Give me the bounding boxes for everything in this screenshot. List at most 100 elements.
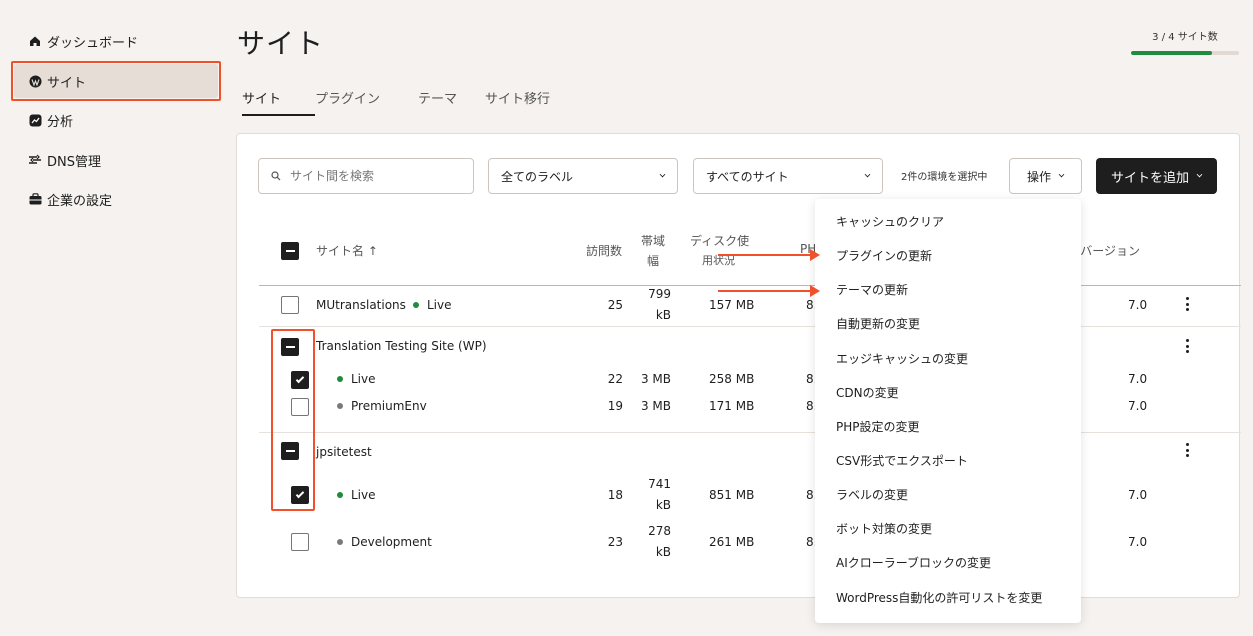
column-header-wp-version[interactable]: Pバージョン [1073,242,1140,259]
site-name[interactable]: MUtranslations [316,298,406,312]
sidebar-item-dashboard[interactable]: ダッシュボード [14,24,218,58]
bandwidth-unit: kB [655,545,671,559]
bulk-actions-button[interactable]: 操作 [1009,158,1082,194]
env-label: Live [413,298,452,312]
tab-plugins[interactable]: プラグイン [315,88,418,116]
briefcase-icon [28,192,42,206]
dns-icon [28,153,42,167]
wp-version-value: 7.0 [1128,298,1148,312]
column-header-visits[interactable]: 訪問数 [586,242,622,259]
search-box[interactable] [258,158,474,194]
tab-themes[interactable]: テーマ [418,88,485,116]
env-label[interactable]: PremiumEnv [337,399,427,413]
sites-card: 全てのラベル すべてのサイト 2件の環境を選択中 操作 サイトを追加 サイト名 … [236,133,1241,598]
menu-item-cdn[interactable]: CDNの変更 [836,384,899,401]
sidebar-item-label: ダッシュボード [47,35,139,51]
bandwidth-value: 799 [648,287,671,301]
row-actions-kebab-icon[interactable] [1186,297,1190,311]
menu-item-bot-protection[interactable]: ボット対策の変更 [836,520,932,537]
env-status-dot [337,403,343,409]
menu-item-update-plugins[interactable]: プラグインの更新 [836,247,932,264]
bandwidth-unit: kB [655,308,671,322]
site-name[interactable]: Translation Testing Site (WP) [316,339,487,353]
wp-version-value: 7.0 [1128,488,1148,502]
visits-value: 19 [607,399,623,413]
row-divider [259,326,1241,327]
add-site-button[interactable]: サイトを追加 [1096,158,1217,194]
sidebar-item-label: 企業の設定 [47,193,113,209]
chevron-down-icon [1196,171,1203,178]
menu-item-labels[interactable]: ラベルの変更 [836,486,908,503]
search-input[interactable] [290,169,470,183]
annotation-arrow-themes [718,285,820,297]
wp-version-value: 7.0 [1128,535,1148,549]
site-filter-select[interactable]: すべてのサイト [693,158,883,194]
wp-version-value: 7.0 [1128,399,1148,413]
sidebar-item-label: DNS管理 [47,154,101,170]
bulk-actions-menu: キャッシュのクリア プラグインの更新 テーマの更新 自動更新の変更 エッジキャッ… [815,199,1081,623]
bandwidth-value: 741 [648,477,671,491]
chevron-down-icon [864,171,871,178]
tab-sites[interactable]: サイト [242,88,315,116]
site-quota: 3 / 4 サイト数 [1131,28,1239,55]
env-status-dot [337,539,343,545]
bulk-actions-label: 操作 [1026,169,1051,184]
chevron-down-icon [1058,171,1065,178]
column-header-bandwidth-line1[interactable]: 帯域 [641,232,665,249]
site-quota-fill [1131,51,1212,55]
home-icon [28,34,42,48]
env-name: Live [351,372,376,386]
highlight-box-sidebar [11,61,221,101]
page-title: サイト [237,27,325,60]
bandwidth-value: 3 MB [640,399,671,413]
menu-item-php-settings[interactable]: PHP設定の変更 [836,418,920,435]
site-quota-bar [1131,51,1239,55]
visits-value: 18 [607,488,623,502]
column-header-disk-line1[interactable]: ディスク使 [690,232,749,249]
sidebar-item-analytics[interactable]: 分析 [14,103,218,137]
disk-value: 171 MB [709,399,755,413]
select-all-checkbox[interactable] [281,242,299,260]
env-label[interactable]: Live [337,488,376,502]
sidebar-item-company-settings[interactable]: 企業の設定 [14,182,218,216]
column-header-name[interactable]: サイト名 ↑ [316,242,378,259]
env-name: Development [351,535,432,549]
env-name: PremiumEnv [351,399,427,413]
add-site-label: サイトを追加 [1110,170,1189,186]
label-filter-value: 全てのラベル [501,169,574,184]
visits-value: 22 [607,372,623,386]
site-name[interactable]: jpsitetest [316,445,372,459]
tab-bar: サイト プラグイン テーマ サイト移行 [242,88,550,116]
visits-value: 25 [607,298,623,312]
live-status-dot [337,376,343,382]
env-name: Live [351,488,376,502]
row-actions-kebab-icon[interactable] [1186,443,1190,457]
sidebar-item-dns[interactable]: DNS管理 [14,143,218,177]
bandwidth-unit: kB [655,498,671,512]
row-actions-kebab-icon[interactable] [1186,339,1190,353]
menu-item-update-themes[interactable]: テーマの更新 [836,281,908,298]
env-label[interactable]: Live [337,372,376,386]
selection-count: 2件の環境を選択中 [901,172,988,183]
site-filter-value: すべてのサイト [706,169,789,184]
column-header-bandwidth-line2[interactable]: 幅 [647,252,659,269]
row-divider [259,432,1241,433]
menu-item-wp-automation-allowlist[interactable]: WordPress自動化の許可リストを変更 [836,589,1042,606]
label-filter-select[interactable]: 全てのラベル [488,158,678,194]
disk-value: 261 MB [709,535,755,549]
search-icon [271,171,281,181]
menu-item-clear-cache[interactable]: キャッシュのクリア [836,213,944,230]
disk-value: 157 MB [709,298,755,312]
menu-item-auto-update[interactable]: 自動更新の変更 [836,315,920,332]
wp-version-value: 7.0 [1128,372,1148,386]
env-checkbox[interactable] [291,533,309,551]
row-checkbox[interactable] [281,296,299,314]
analytics-icon [28,113,42,127]
highlight-box-checkboxes [271,329,315,511]
disk-value: 851 MB [709,488,755,502]
menu-item-ai-crawler-block[interactable]: AIクローラーブロックの変更 [836,554,991,571]
env-label[interactable]: Development [337,535,432,549]
tab-migration[interactable]: サイト移行 [485,88,550,116]
menu-item-export-csv[interactable]: CSV形式でエクスポート [836,452,968,469]
menu-item-edge-cache[interactable]: エッジキャッシュの変更 [836,350,968,367]
